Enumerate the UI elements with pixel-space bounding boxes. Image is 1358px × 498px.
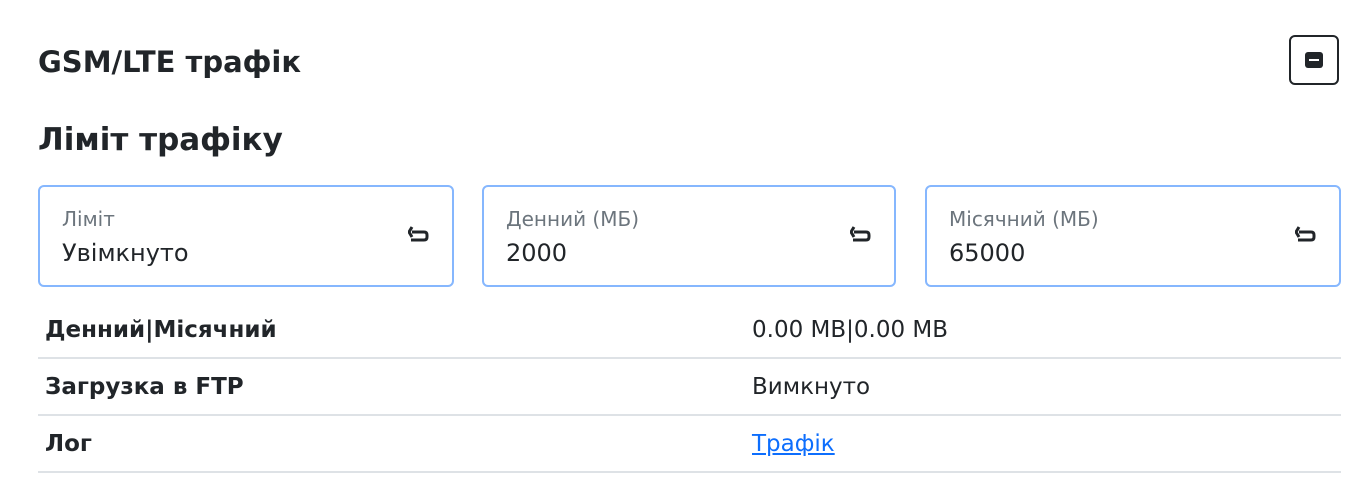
table-row: Лог Трафік xyxy=(38,416,1341,473)
daily-limit-field[interactable]: Денний (МБ) 2000 xyxy=(482,185,896,287)
table-row: Загрузка в FTP Вимкнуто xyxy=(38,359,1341,416)
row-value: Вимкнуто xyxy=(752,374,871,400)
minus-square-icon xyxy=(1305,52,1323,68)
table-row: Денний|Місячний 0.00 MB|0.00 MB xyxy=(38,302,1341,359)
collapse-button[interactable] xyxy=(1289,35,1339,85)
traffic-log-link[interactable]: Трафік xyxy=(752,431,835,457)
row-value: 0.00 MB|0.00 MB xyxy=(752,317,949,343)
limit-value: Увімкнуто xyxy=(62,239,189,267)
row-value-cell: Трафік xyxy=(752,428,835,460)
limit-label: Ліміт xyxy=(62,207,115,231)
section-title: Ліміт трафіку xyxy=(38,122,283,158)
traffic-info-table: Денний|Місячний 0.00 MB|0.00 MB Загрузка… xyxy=(38,302,1341,473)
row-key: Денний|Місячний xyxy=(45,317,277,343)
row-key: Загрузка в FTP xyxy=(45,374,244,400)
monthly-limit-field[interactable]: Місячний (МБ) 65000 xyxy=(925,185,1341,287)
card-title: GSM/LTE трафік xyxy=(38,45,302,79)
row-key: Лог xyxy=(45,431,92,457)
monthly-limit-label: Місячний (МБ) xyxy=(949,207,1099,231)
daily-limit-value: 2000 xyxy=(506,239,568,267)
reset-arrow-icon[interactable] xyxy=(850,223,872,249)
monthly-limit-value: 65000 xyxy=(949,239,1026,267)
limit-select[interactable]: Ліміт Увімкнуто xyxy=(38,185,454,287)
reset-arrow-icon[interactable] xyxy=(1295,223,1317,249)
daily-limit-label: Денний (МБ) xyxy=(506,207,640,231)
gsm-lte-traffic-card: GSM/LTE трафік Ліміт трафіку Ліміт Увімк… xyxy=(0,0,1358,498)
reset-arrow-icon[interactable] xyxy=(408,223,430,249)
